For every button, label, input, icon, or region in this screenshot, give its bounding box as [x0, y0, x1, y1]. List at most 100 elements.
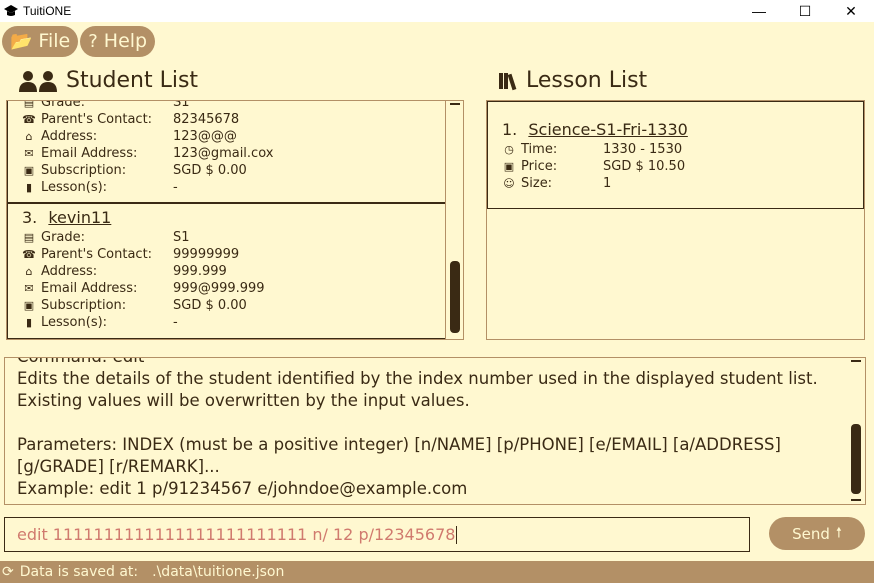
grade-value: S1: [173, 100, 190, 110]
lessons-value: -: [173, 180, 178, 195]
result-scrollbar[interactable]: [847, 358, 865, 504]
email-label: Email Address:: [41, 281, 138, 296]
money-icon: ▣: [503, 160, 515, 173]
address-row: ⌂ Address: 999.999: [8, 263, 446, 280]
lesson-list-heading: Lesson List: [498, 68, 647, 93]
grade-label: Grade:: [41, 100, 86, 110]
address-value: 999.999: [173, 264, 227, 279]
envelope-icon: ✉: [24, 147, 34, 160]
size-row: ☺ Size: 1: [488, 175, 863, 192]
parent-contact-label: Parent's Contact:: [41, 247, 153, 262]
phone-icon: ☎: [22, 113, 36, 126]
data-file-path: .\data\tuitione.json: [152, 564, 285, 580]
window-title: TuitiONE: [23, 4, 72, 18]
parent-contact-row: ☎ Parent's Contact: 99999999: [8, 246, 446, 263]
home-icon: ⌂: [25, 130, 33, 143]
home-icon: ⌂: [25, 265, 33, 278]
lessons-row: ▮ Lesson(s): -: [8, 314, 446, 331]
minimize-icon[interactable]: —: [736, 0, 782, 22]
lesson-list-title: Lesson List: [526, 68, 648, 93]
command-input-value: edit 1111111111111111111111111 n/ 12 p/1…: [17, 525, 456, 544]
lesson-name-row: 1. Science-S1-Fri-1330: [502, 120, 863, 139]
maximize-icon[interactable]: ☐: [782, 0, 828, 22]
text-caret: [456, 525, 458, 544]
result-display[interactable]: Command: edit Edits the details of the s…: [4, 357, 866, 505]
subscription-value: SGD $ 0.00: [173, 298, 247, 313]
time-row: ◷ Time: 1330 - 1530: [488, 141, 863, 158]
address-row: ⌂ Address: 123@@@: [8, 128, 446, 145]
close-icon[interactable]: ✕: [828, 0, 874, 22]
lesson-index: 1.: [502, 120, 518, 139]
lessons-label: Lesson(s):: [41, 315, 108, 330]
subscription-label: Subscription:: [41, 298, 127, 313]
student-list-heading: Student List: [18, 68, 198, 93]
student-name-row: 3. kevin11: [22, 208, 446, 227]
window-titlebar: TuitiONE — ☐ ✕: [0, 0, 874, 22]
smiley-icon: ☺: [503, 177, 515, 190]
student-list-title: Student List: [66, 68, 199, 93]
help-menu-button[interactable]: ? Help: [80, 25, 156, 57]
grade-icon: ▤: [23, 100, 35, 109]
send-button[interactable]: Send 🠕: [769, 517, 865, 550]
price-row: ▣ Price: SGD $ 10.50: [488, 158, 863, 175]
email-row: ✉ Email Address: 123@gmail.cox: [8, 145, 446, 162]
scroll-up-arrow[interactable]: [851, 360, 861, 362]
student-name: kevin11: [48, 208, 112, 227]
time-value: 1330 - 1530: [603, 142, 683, 157]
price-value: SGD $ 10.50: [603, 159, 686, 174]
address-label: Address:: [41, 129, 98, 144]
envelope-icon: ✉: [24, 282, 34, 295]
sync-icon: ⟳: [2, 564, 14, 580]
books-icon: [499, 72, 517, 90]
time-label: Time:: [521, 142, 558, 157]
grade-icon: ▤: [23, 231, 35, 244]
student-card[interactable]: 3. kevin11 ▤ Grade: S1 ☎ Parent's Contact:…: [7, 203, 447, 339]
grade-row: ▤ Grade: S1: [8, 100, 446, 111]
student-list-panel[interactable]: ▤ Grade: S1 ☎ Parent's Contact: 82345678 ⌂…: [6, 100, 464, 340]
price-label: Price:: [521, 159, 558, 174]
lessons-label: Lesson(s):: [41, 180, 108, 195]
address-label: Address:: [41, 264, 98, 279]
student-list-scrollbar[interactable]: [445, 101, 463, 339]
book-icon: ▮: [25, 316, 33, 329]
command-input[interactable]: edit 1111111111111111111111111 n/ 12 p/1…: [4, 517, 750, 552]
scroll-thumb[interactable]: [450, 261, 460, 333]
student-card[interactable]: ▤ Grade: S1 ☎ Parent's Contact: 82345678 ⌂…: [7, 100, 447, 203]
graduation-cap-icon: [4, 5, 18, 16]
lesson-card[interactable]: 1. Science-S1-Fri-1330 ◷ Time: 1330 - 153…: [487, 101, 864, 209]
arrow-up-icon: 🠕: [835, 524, 842, 541]
subscription-row: ▣ Subscription: SGD $ 0.00: [8, 162, 446, 179]
scroll-up-arrow[interactable]: [450, 103, 460, 105]
parent-contact-value: 82345678: [173, 112, 240, 127]
email-row: ✉ Email Address: 999@999.999: [8, 280, 446, 297]
money-icon: ▣: [23, 164, 35, 177]
student-index: 3.: [22, 208, 38, 227]
send-button-label: Send: [792, 524, 830, 543]
parent-contact-value: 99999999: [173, 247, 240, 262]
grade-row: ▤ Grade: S1: [8, 229, 446, 246]
help-menu-label: Help: [103, 30, 148, 52]
email-label: Email Address:: [41, 146, 138, 161]
parent-contact-row: ☎ Parent's Contact: 82345678: [8, 111, 446, 128]
email-value: 999@999.999: [173, 281, 265, 296]
address-value: 123@@@: [173, 129, 237, 144]
file-menu-button[interactable]: 📂 File: [2, 25, 79, 57]
question-icon: ?: [88, 30, 98, 52]
scroll-down-arrow[interactable]: [851, 499, 861, 501]
lesson-name: Science-S1-Fri-1330: [528, 120, 688, 139]
users-icon: [19, 70, 57, 92]
menu-bar: 📂 File ? Help: [0, 22, 874, 60]
scroll-thumb[interactable]: [851, 424, 861, 494]
folder-open-icon: 📂: [10, 30, 33, 52]
subscription-value: SGD $ 0.00: [173, 163, 247, 178]
lesson-list-panel[interactable]: 1. Science-S1-Fri-1330 ◷ Time: 1330 - 153…: [486, 100, 865, 340]
file-menu-label: File: [38, 30, 71, 52]
clock-icon: ◷: [504, 143, 514, 156]
size-label: Size:: [521, 176, 553, 191]
subscription-label: Subscription:: [41, 163, 127, 178]
size-value: 1: [603, 176, 612, 191]
book-icon: ▮: [25, 181, 33, 194]
result-text: Command: edit Edits the details of the s…: [17, 358, 818, 498]
subscription-row: ▣ Subscription: SGD $ 0.00: [8, 297, 446, 314]
parent-contact-label: Parent's Contact:: [41, 112, 153, 127]
